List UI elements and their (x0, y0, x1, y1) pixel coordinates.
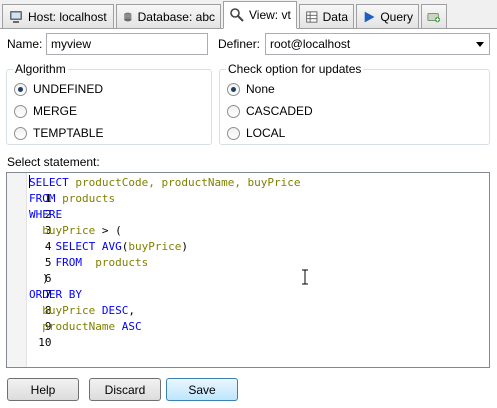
radio-checked-icon (14, 82, 27, 96)
definer-value: root@localhost (270, 37, 351, 51)
algorithm-option-temptable[interactable]: TEMPTABLE (14, 126, 103, 140)
code-line: 1 SELECT productCode, productName, buyPr… (29, 176, 301, 205)
definer-label: Definer: (218, 37, 261, 51)
radio-unchecked-icon (14, 126, 27, 140)
chevron-down-icon (476, 42, 484, 47)
radio-unchecked-icon (227, 126, 240, 140)
tab-view-label: View: vt (249, 8, 291, 22)
text-caret (29, 175, 30, 188)
select-statement-label: Select statement: (7, 155, 100, 169)
sql-editor[interactable]: 1 SELECT productCode, productName, buyPr… (6, 172, 490, 368)
discard-button[interactable]: Discard (89, 378, 161, 401)
code-line: 8 ORDER BY (29, 288, 82, 317)
host-icon (10, 10, 22, 23)
check-option-title: Check option for updates (226, 62, 364, 76)
tab-host[interactable]: Host: localhost (2, 4, 114, 28)
tab-host-label: Host: localhost (28, 9, 107, 24)
save-button[interactable]: Save (166, 378, 238, 401)
algorithm-option-undefined[interactable]: UNDEFINED (14, 82, 103, 96)
radio-checked-icon (227, 82, 240, 96)
name-label: Name: (7, 37, 43, 51)
database-icon (124, 12, 132, 21)
tab-query[interactable]: Query (356, 4, 419, 28)
tab-new[interactable] (421, 4, 447, 28)
check-option-none[interactable]: None (227, 82, 275, 96)
query-play-icon (364, 11, 375, 22)
code-line: 3 WHERE (29, 208, 63, 237)
data-grid-icon (306, 10, 318, 23)
check-option-local[interactable]: LOCAL (227, 126, 285, 140)
tab-database[interactable]: Database: abc (116, 4, 221, 28)
name-input[interactable] (46, 33, 208, 55)
code-line: 4 buyPrice > ( (29, 224, 122, 253)
tab-database-label: Database: abc (137, 9, 215, 24)
tab-view[interactable]: View: vt (223, 1, 297, 29)
radio-unchecked-icon (227, 104, 240, 118)
code-line: 7 ) (29, 272, 52, 301)
code-line: 10 productName ASC (29, 320, 142, 349)
tab-data-label: Data (322, 9, 348, 24)
help-button[interactable]: Help (7, 378, 79, 401)
text-cursor-icon (302, 269, 308, 285)
code-line: 5 SELECT AVG(buyPrice) (29, 240, 188, 269)
tab-strip: Host: localhost Database: abc View: vt D… (0, 0, 497, 29)
tab-data[interactable]: Data (299, 4, 354, 28)
code-line: 6 FROM products (29, 256, 149, 285)
check-option-cascaded[interactable]: CASCADED (227, 104, 313, 118)
algorithm-option-merge[interactable]: MERGE (14, 104, 77, 118)
tab-query-label: Query (380, 9, 413, 24)
algorithm-title: Algorithm (13, 62, 68, 76)
definer-select[interactable]: root@localhost (265, 33, 490, 55)
code-line: 2 FROM products (29, 192, 116, 221)
check-option-group: Check option for updates None CASCADED L… (219, 62, 490, 145)
code-line: 9 buyPrice DESC, (29, 304, 135, 333)
new-tab-icon (427, 12, 441, 22)
algorithm-group: Algorithm UNDEFINED MERGE TEMPTABLE (6, 62, 212, 145)
view-icon (230, 8, 244, 22)
radio-unchecked-icon (14, 104, 27, 118)
